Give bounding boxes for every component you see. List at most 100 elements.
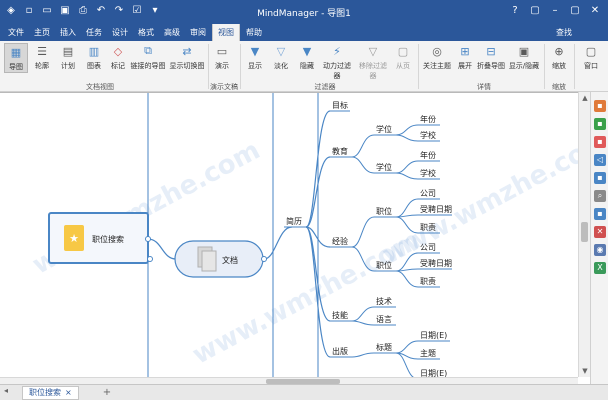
tab-nav-icon[interactable]: ◂ bbox=[4, 386, 8, 395]
tech-topic[interactable]: 技术 bbox=[376, 296, 392, 306]
map-canvas[interactable]: www.wmzhe.com www.wmzhe.com www.wmzhe.co… bbox=[0, 92, 590, 384]
education-topic[interactable]: 教育 bbox=[332, 146, 348, 156]
tab-home[interactable]: 主页 bbox=[30, 24, 54, 41]
tab-review[interactable]: 审阅 bbox=[186, 24, 210, 41]
experience-topic[interactable]: 经验 bbox=[332, 236, 348, 246]
tab-view[interactable]: 视图 bbox=[212, 24, 240, 41]
degree-topic[interactable]: 学位 bbox=[376, 124, 392, 134]
year-topic[interactable]: 年份 bbox=[420, 150, 436, 160]
vertical-scrollbar[interactable]: ▲ ▼ bbox=[578, 92, 590, 377]
search-pane-icon[interactable]: ⌕ bbox=[594, 190, 606, 202]
help-icon[interactable]: ? bbox=[506, 2, 524, 20]
find-label[interactable]: 查找 bbox=[556, 24, 572, 41]
svg-text:★: ★ bbox=[69, 232, 79, 245]
task-pane-icon[interactable]: ▪ bbox=[594, 100, 606, 112]
ribbon-tabs: 文件 主页 插入 任务 设计 格式 高级 审阅 视图 帮助 查找 bbox=[0, 24, 608, 41]
school-topic[interactable]: 学校 bbox=[420, 130, 436, 140]
toggle-view-button[interactable]: ⇄ 显示切换图 bbox=[168, 43, 206, 71]
ribbon-toggle-icon[interactable]: ▢ bbox=[526, 2, 544, 20]
ribbon-separator bbox=[574, 44, 575, 89]
presentation-icon: ▭ bbox=[216, 44, 228, 58]
collapse-map-button[interactable]: ⊟ 折叠导图 bbox=[476, 43, 506, 71]
filter-show-button[interactable]: ▼ 显示 bbox=[244, 43, 266, 71]
toggle-view-icon: ⇄ bbox=[182, 44, 192, 58]
filter-hide-button[interactable]: ▼ 隐藏 bbox=[296, 43, 318, 71]
tab-help[interactable]: 帮助 bbox=[242, 24, 266, 41]
publish-topic[interactable]: 出版 bbox=[332, 346, 348, 356]
expand-button[interactable]: ⊞ 展开 bbox=[454, 43, 476, 71]
vertical-scroll-thumb[interactable] bbox=[581, 222, 588, 242]
skills-topic[interactable]: 技能 bbox=[332, 310, 348, 320]
maximize-icon[interactable]: ▢ bbox=[566, 2, 584, 20]
zoom-button[interactable]: ⊕ 缩放 bbox=[548, 43, 570, 71]
doc-handle[interactable] bbox=[147, 256, 153, 262]
duty-topic[interactable]: 职责 bbox=[420, 276, 436, 286]
remove-filter-button[interactable]: ▽ 移除过滤器 bbox=[356, 43, 390, 81]
tab-format[interactable]: 格式 bbox=[134, 24, 158, 41]
school-topic[interactable]: 学校 bbox=[420, 168, 436, 178]
library-pane-icon[interactable]: ◁ bbox=[594, 154, 606, 166]
central-handle[interactable] bbox=[145, 236, 151, 242]
position-topic[interactable]: 职位 bbox=[376, 260, 392, 270]
linked-map-icon: ⧉ bbox=[144, 44, 152, 57]
tab-task[interactable]: 任务 bbox=[82, 24, 106, 41]
hire-date-topic[interactable]: 受聘日期 bbox=[420, 204, 452, 214]
new-tab-icon[interactable]: + bbox=[100, 386, 114, 400]
filter-fade-button[interactable]: ▽ 淡化 bbox=[270, 43, 292, 71]
pub-date-topic[interactable]: 日期(E) bbox=[420, 331, 447, 340]
connector bbox=[351, 156, 375, 174]
tab-file[interactable]: 文件 bbox=[4, 24, 28, 41]
mindmap-svg: ★ 职位搜索 文档 简历 目标 教育 学位 学位 年份 学校 年份 学校 经验 … bbox=[48, 93, 452, 384]
markers-pane-icon[interactable]: ▪ bbox=[594, 118, 606, 130]
tab-design[interactable]: 设计 bbox=[108, 24, 132, 41]
window-button[interactable]: ▢ 窗口 bbox=[578, 43, 604, 71]
view-outline-button[interactable]: ☰ 轮廓 bbox=[30, 43, 54, 71]
connector bbox=[351, 352, 375, 358]
scroll-up-icon[interactable]: ▲ bbox=[580, 93, 590, 103]
document-tab[interactable]: 职位搜索 × bbox=[22, 386, 79, 400]
linked-map-button[interactable]: ⧉ 链接的导图 bbox=[130, 43, 166, 71]
degree-topic[interactable]: 学位 bbox=[376, 162, 392, 172]
language-topic[interactable]: 语言 bbox=[376, 314, 392, 324]
pub-topic-topic[interactable]: 主题 bbox=[420, 348, 436, 358]
close-icon[interactable]: ✕ bbox=[586, 2, 604, 20]
target-topic[interactable]: 目标 bbox=[332, 100, 348, 110]
horizontal-scrollbar[interactable] bbox=[0, 377, 578, 384]
map-parts-pane-icon[interactable]: ▪ bbox=[594, 172, 606, 184]
minimize-icon[interactable]: – bbox=[546, 2, 564, 20]
close-pane-icon[interactable]: ✕ bbox=[594, 226, 606, 238]
view-schedule-button[interactable]: ▤ 计划 bbox=[56, 43, 80, 71]
underlines bbox=[284, 110, 452, 360]
power-filter-button[interactable]: ⚡ 动力过滤器 bbox=[320, 43, 354, 81]
resume-topic[interactable]: 简历 bbox=[286, 216, 302, 226]
presentation-button[interactable]: ▭ 演示 bbox=[212, 43, 232, 71]
tab-advanced[interactable]: 高级 bbox=[160, 24, 184, 41]
web-pane-icon[interactable]: ◉ bbox=[594, 244, 606, 256]
excel-pane-icon[interactable]: X bbox=[594, 262, 606, 274]
view-markers-button[interactable]: ◇ 标记 bbox=[106, 43, 130, 71]
doc-topic[interactable]: 文档 bbox=[147, 240, 267, 278]
subpage-button[interactable]: ▢ 从页 bbox=[392, 43, 414, 71]
hire-date-topic[interactable]: 受聘日期 bbox=[420, 258, 452, 268]
show-hide-button[interactable]: ▣ 显示/隐藏 bbox=[508, 43, 540, 71]
central-topic[interactable]: ★ 职位搜索 bbox=[48, 212, 151, 264]
connector bbox=[395, 172, 419, 180]
browser-pane-icon[interactable]: ▪ bbox=[594, 208, 606, 220]
format-pane-icon[interactable]: ▪ bbox=[594, 136, 606, 148]
scroll-down-icon[interactable]: ▼ bbox=[580, 366, 590, 376]
zoom-icon: ⊕ bbox=[554, 44, 564, 58]
year-topic[interactable]: 年份 bbox=[420, 114, 436, 124]
view-map-button[interactable]: ▦ 导图 bbox=[4, 43, 28, 73]
tab-insert[interactable]: 插入 bbox=[56, 24, 80, 41]
company-topic[interactable]: 公司 bbox=[420, 189, 436, 198]
view-chart-button[interactable]: ▥ 图表 bbox=[82, 43, 106, 71]
document-tab-close-icon[interactable]: × bbox=[65, 387, 72, 399]
pub-title-topic[interactable]: 标题 bbox=[376, 342, 392, 352]
ribbon-separator bbox=[544, 44, 545, 89]
company-topic[interactable]: 公司 bbox=[420, 243, 436, 252]
filter-icon: ▼ bbox=[250, 44, 260, 58]
duty-topic[interactable]: 职责 bbox=[420, 222, 436, 232]
focus-topic-button[interactable]: ◎ 关注主题 bbox=[422, 43, 452, 71]
position-topic[interactable]: 职位 bbox=[376, 206, 392, 216]
connector bbox=[395, 340, 419, 354]
